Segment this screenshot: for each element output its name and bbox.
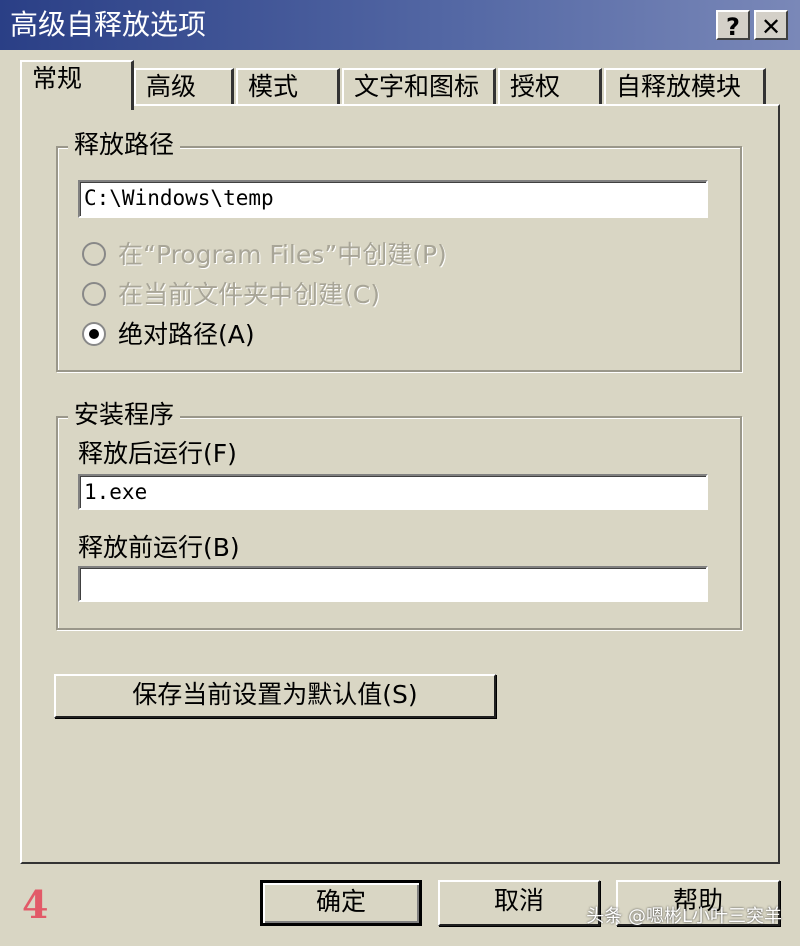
radio-selected-icon xyxy=(82,322,106,346)
tab-advanced[interactable]: 高级 xyxy=(134,68,234,106)
radio-program-files[interactable]: 在“Program Files”中创建(P) xyxy=(82,238,447,272)
window-title: 高级自释放选项 xyxy=(10,8,207,41)
radio-absolute-path[interactable]: 绝对路径(A) xyxy=(82,318,255,352)
release-path-input[interactable]: C:\Windows\temp xyxy=(78,180,708,218)
run-after-label: 释放后运行(F) xyxy=(78,439,237,468)
release-path-legend: 释放路径 xyxy=(68,130,181,160)
title-bar: 高级自释放选项 ? ✕ xyxy=(0,0,800,50)
figure-number: 4 xyxy=(22,882,49,927)
radio-absolute-path-label: 绝对路径(A) xyxy=(118,320,255,349)
tab-license[interactable]: 授权 xyxy=(498,68,602,106)
tab-text-icon[interactable]: 文字和图标 xyxy=(342,68,496,106)
cancel-button[interactable]: 取消 xyxy=(438,880,600,926)
radio-button-icon xyxy=(82,242,106,266)
tab-general[interactable]: 常规 xyxy=(20,60,134,110)
run-after-input[interactable]: 1.exe xyxy=(78,474,708,510)
installer-legend: 安装程序 xyxy=(68,400,181,430)
help-title-button[interactable]: ? xyxy=(716,10,750,41)
run-before-label: 释放前运行(B) xyxy=(78,533,240,562)
radio-current-folder[interactable]: 在当前文件夹中创建(C) xyxy=(82,278,380,312)
radio-current-folder-label: 在当前文件夹中创建(C) xyxy=(118,280,380,309)
save-default-button[interactable]: 保存当前设置为默认值(S) xyxy=(54,674,496,718)
tab-sfx-module[interactable]: 自释放模块 xyxy=(604,68,766,106)
run-before-input[interactable] xyxy=(78,566,708,602)
watermark: 头条 @嗯彬L小叶三突羊 xyxy=(586,906,782,927)
ok-button[interactable]: 确定 xyxy=(260,880,422,926)
radio-program-files-label: 在“Program Files”中创建(P) xyxy=(118,240,447,269)
tab-mode[interactable]: 模式 xyxy=(236,68,340,106)
radio-button-icon xyxy=(82,282,106,306)
close-button[interactable]: ✕ xyxy=(754,10,788,41)
